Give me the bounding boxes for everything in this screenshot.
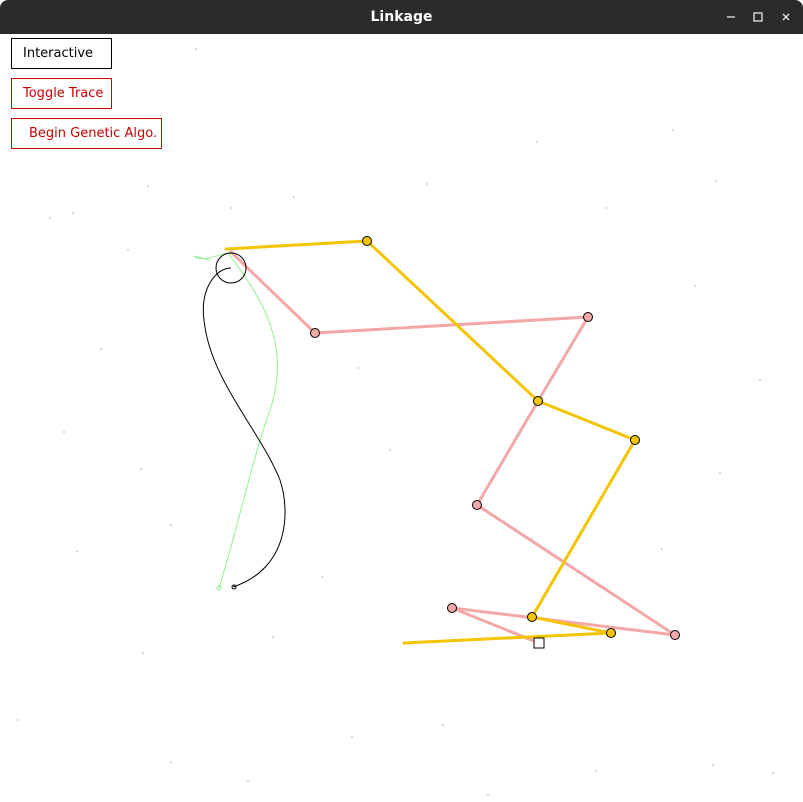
title-bar: Linkage: [0, 0, 803, 34]
joint: [447, 603, 457, 613]
window-title: Linkage: [370, 9, 433, 25]
genetic-algo-button[interactable]: Begin Genetic Algo.: [11, 118, 162, 149]
pink-link: [536, 315, 590, 403]
background-speckles: [17, 48, 774, 796]
green-trace-path: [192, 252, 278, 589]
joint: [527, 612, 537, 622]
minimize-icon[interactable]: [721, 7, 741, 27]
interactive-button[interactable]: Interactive: [11, 38, 112, 69]
joints[interactable]: [215, 236, 680, 649]
joint: [533, 396, 543, 406]
black-trace-path: [202, 267, 286, 588]
joint: [583, 312, 593, 322]
joint: [670, 630, 680, 640]
joint: [310, 328, 320, 338]
toggle-trace-button[interactable]: Toggle Trace: [11, 78, 112, 109]
joint: [472, 500, 482, 510]
joint: [606, 628, 616, 638]
yellow-link: [530, 438, 637, 619]
linkage-canvas[interactable]: [0, 34, 803, 802]
fixed-pivot: [533, 637, 545, 649]
joint: [362, 236, 372, 246]
joint: [630, 435, 640, 445]
pink-link: [229, 250, 317, 335]
pink-link: [475, 399, 540, 507]
close-icon[interactable]: [776, 7, 796, 27]
yellow-link: [224, 239, 369, 251]
yellow-links: [224, 239, 637, 645]
yellow-link: [536, 399, 637, 442]
maximize-icon[interactable]: [748, 7, 768, 27]
yellow-link: [402, 631, 613, 645]
pink-links: [229, 250, 677, 645]
